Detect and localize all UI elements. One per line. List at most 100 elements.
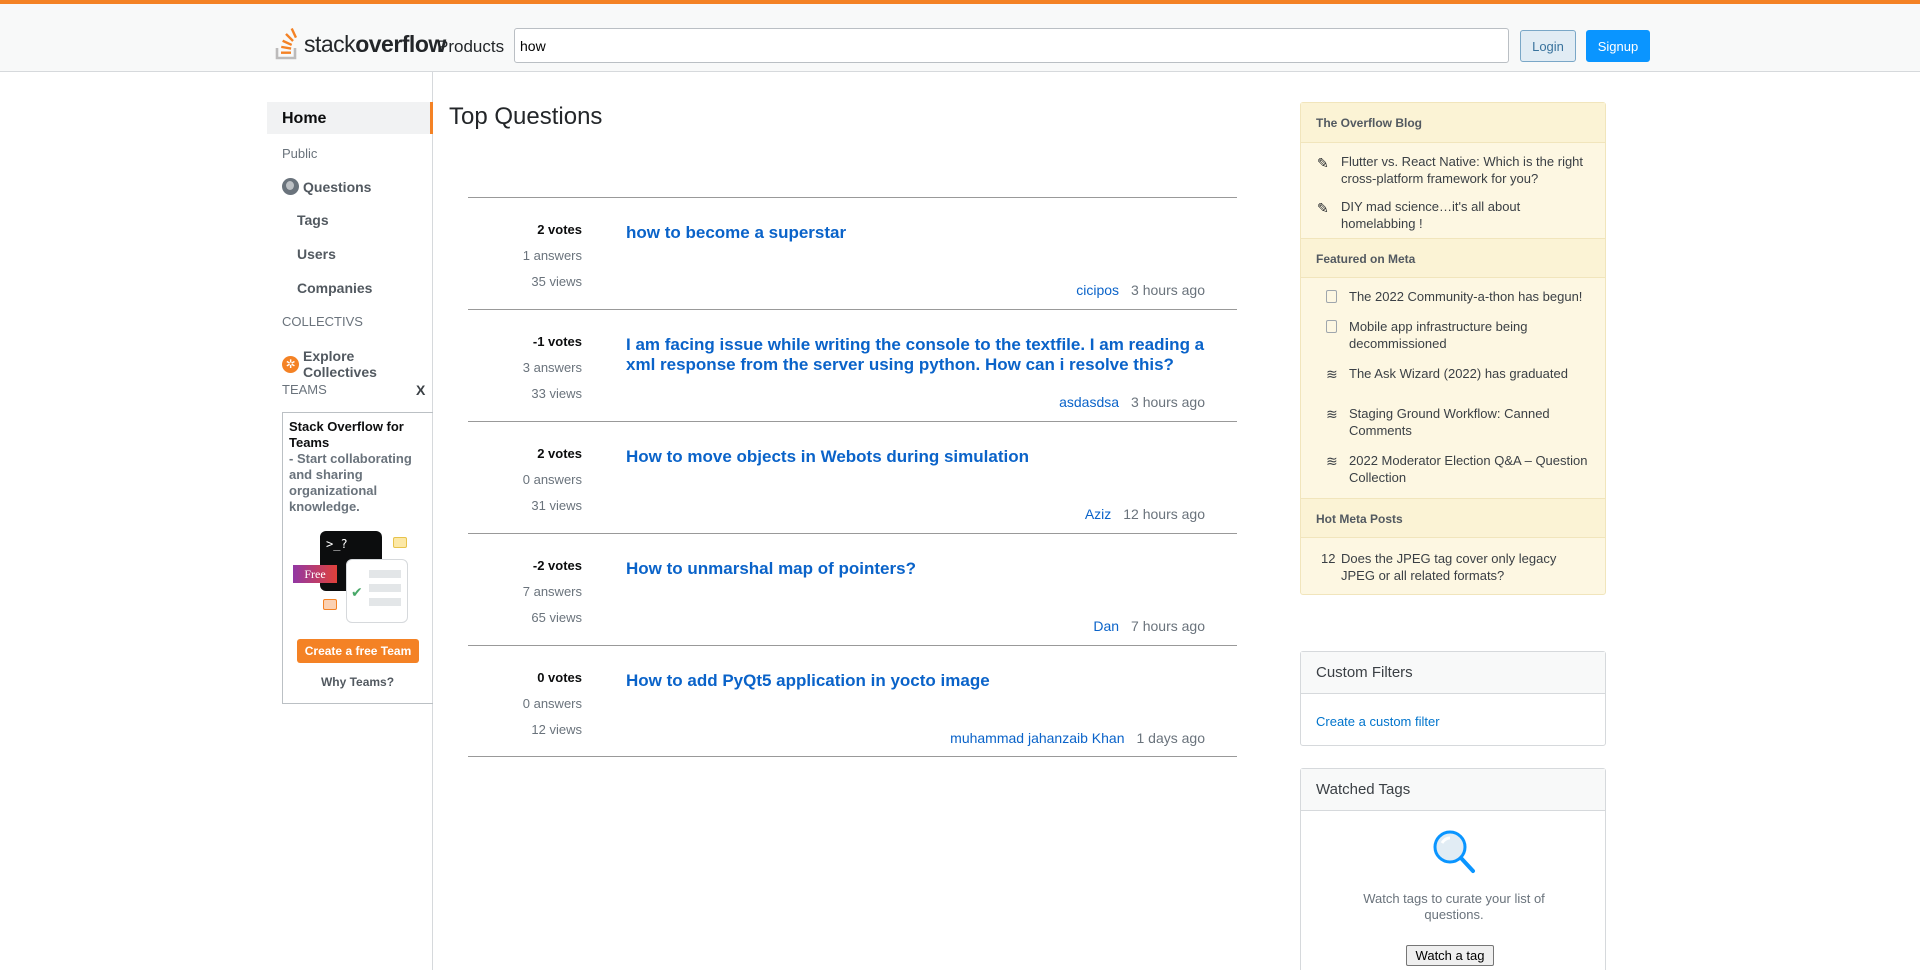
teams-promo-card: Stack Overflow for Teams - Start collabo…: [282, 412, 433, 704]
teams-card-description: - Start collaborating and sharing organi…: [289, 451, 412, 514]
question-row: 2 votes 1 answers 35 views how to become…: [468, 197, 1237, 309]
hot-meta-count: 12: [1321, 551, 1336, 566]
question-views: 33 views: [531, 386, 582, 401]
create-custom-filter-link[interactable]: Create a custom filter: [1316, 714, 1440, 729]
meta-item[interactable]: The 2022 Community-a-thon has begun!: [1301, 288, 1605, 305]
question-user-link[interactable]: cicipos: [1076, 282, 1119, 298]
terminal-prompt: >_?: [326, 537, 348, 551]
question-title-link[interactable]: How to add PyQt5 application in yocto im…: [626, 671, 1238, 691]
nav-questions[interactable]: Questions: [282, 178, 371, 195]
meta-item-text: Staging Ground Workflow: Canned Comments: [1349, 406, 1550, 438]
logo-bold: overflow: [355, 30, 446, 57]
nav-collectives-label: COLLECTIVS: [282, 314, 363, 329]
question-title-link[interactable]: I am facing issue while writing the cons…: [626, 335, 1238, 375]
free-badge: Free: [293, 565, 337, 583]
logo-prefix: stack: [304, 30, 356, 57]
blog-item[interactable]: ✎ DIY mad science…it's all about homelab…: [1301, 198, 1605, 232]
nav-tags[interactable]: Tags: [297, 212, 329, 228]
question-meta: cicipos 3 hours ago: [1076, 282, 1205, 298]
question-time: 3 hours ago: [1131, 282, 1205, 298]
question-answers: 7 answers: [522, 584, 582, 599]
stackoverflow-logo-icon: [275, 28, 298, 60]
question-answers: 0 answers: [522, 696, 582, 711]
question-meta: asdasdsa 3 hours ago: [1059, 394, 1205, 410]
why-teams-link[interactable]: Why Teams?: [283, 675, 432, 689]
question-views: 35 views: [531, 274, 582, 289]
meta-item[interactable]: ≋ 2022 Moderator Election Q&A – Question…: [1301, 452, 1605, 486]
question-title-link[interactable]: How to unmarshal map of pointers?: [626, 559, 1238, 579]
question-time: 1 days ago: [1136, 730, 1206, 746]
hot-meta-text: Does the JPEG tag cover only legacy JPEG…: [1341, 551, 1557, 583]
question-row: -1 votes 3 answers 33 views I am facing …: [468, 309, 1237, 421]
question-answers: 0 answers: [522, 472, 582, 487]
hot-meta-item[interactable]: 12 Does the JPEG tag cover only legacy J…: [1301, 550, 1605, 584]
nav-home[interactable]: Home: [267, 102, 433, 134]
blog-list: ✎ Flutter vs. React Native: Which is the…: [1301, 143, 1605, 238]
question-user-link[interactable]: muhammad jahanzaib Khan: [950, 730, 1124, 746]
nav-public-label: Public: [282, 146, 318, 161]
left-sidebar: Home Public Questions Tags Users Compani…: [267, 72, 433, 970]
top-bar: stackoverflow Products Login Signup: [0, 0, 1920, 72]
nav-explore-collectives[interactable]: ✲ Explore Collectives: [282, 348, 432, 380]
meta-item[interactable]: ≋ Staging Ground Workflow: Canned Commen…: [1301, 405, 1605, 439]
watch-tag-button[interactable]: Watch a tag: [1406, 945, 1494, 966]
question-title-link[interactable]: how to become a superstar: [626, 223, 1238, 243]
stackoverflow-icon: ≋: [1326, 406, 1338, 422]
question-user-link[interactable]: Dan: [1093, 618, 1119, 634]
teams-close-button[interactable]: X: [416, 382, 425, 398]
question-time: 7 hours ago: [1131, 618, 1205, 634]
create-free-team-button[interactable]: Create a free Team: [297, 639, 419, 663]
question-title-link[interactable]: How to move objects in Webots during sim…: [626, 447, 1238, 467]
question-votes: 0 votes: [537, 670, 582, 685]
blog-item-text: Flutter vs. React Native: Which is the r…: [1341, 154, 1584, 186]
question-views: 31 views: [531, 498, 582, 513]
question-answers: 3 answers: [522, 360, 582, 375]
blog-item[interactable]: ✎ Flutter vs. React Native: Which is the…: [1301, 153, 1605, 187]
question-meta: Dan 7 hours ago: [1093, 618, 1205, 634]
collectives-icon: ✲: [282, 355, 299, 373]
question-votes: -2 votes: [532, 558, 582, 573]
pencil-icon: ✎: [1317, 155, 1329, 171]
chat-bubble-icon: [393, 537, 407, 548]
question-answers: 1 answers: [522, 248, 582, 263]
pencil-icon: ✎: [1317, 200, 1329, 216]
question-votes: 2 votes: [537, 446, 582, 461]
nav-companies[interactable]: Companies: [297, 280, 372, 296]
hot-meta-list: 12 Does the JPEG tag cover only legacy J…: [1301, 538, 1605, 594]
signup-button[interactable]: Signup: [1586, 30, 1650, 62]
watched-tags-widget: Watched Tags Watch tags to curate your l…: [1300, 768, 1606, 970]
nav-questions-label: Questions: [303, 178, 372, 195]
question-row: -2 votes 7 answers 65 views How to unmar…: [468, 533, 1237, 645]
watched-tags-header: Watched Tags: [1301, 769, 1605, 811]
question-time: 3 hours ago: [1131, 394, 1205, 410]
question-votes: -1 votes: [532, 334, 582, 349]
meta-bubble-icon: [1326, 290, 1337, 303]
meta-list: The 2022 Community-a-thon has begun! Mob…: [1301, 278, 1605, 498]
logo-text: stackoverflow: [304, 31, 446, 58]
question-votes: 2 votes: [537, 222, 582, 237]
nav-users[interactable]: Users: [297, 246, 336, 262]
products-link[interactable]: Products: [437, 37, 504, 57]
question-user-link[interactable]: Aziz: [1085, 506, 1111, 522]
stackoverflow-logo[interactable]: stackoverflow: [274, 26, 446, 62]
nav-explore-collectives-label: Explore Collectives: [302, 348, 377, 380]
meta-item[interactable]: Mobile app infrastructure being decommis…: [1301, 318, 1605, 352]
blog-header: The Overflow Blog: [1301, 103, 1605, 143]
question-user-link[interactable]: asdasdsa: [1059, 394, 1119, 410]
question-views: 12 views: [531, 722, 582, 737]
question-time: 12 hours ago: [1123, 506, 1205, 522]
meta-item[interactable]: ≋ The Ask Wizard (2022) has graduated: [1301, 365, 1605, 382]
checklist-graphic: ✔: [346, 559, 408, 623]
stackoverflow-icon: ≋: [1326, 366, 1338, 382]
stackoverflow-icon: ≋: [1326, 453, 1338, 469]
question-meta: Aziz 12 hours ago: [1085, 506, 1205, 522]
meta-item-text: The Ask Wizard (2022) has graduated: [1349, 366, 1568, 381]
watched-tags-text: Watch tags to curate your list of questi…: [1363, 891, 1545, 922]
page-title: Top Questions: [449, 103, 603, 130]
search-input[interactable]: [514, 28, 1509, 63]
question-meta: muhammad jahanzaib Khan 1 days ago: [950, 730, 1205, 746]
blog-item-text: DIY mad science…it's all about homelabbi…: [1341, 199, 1521, 231]
chat-bubble-icon: [323, 599, 337, 610]
login-button[interactable]: Login: [1520, 30, 1576, 62]
overflow-blog-widget: The Overflow Blog ✎ Flutter vs. React Na…: [1300, 102, 1606, 595]
